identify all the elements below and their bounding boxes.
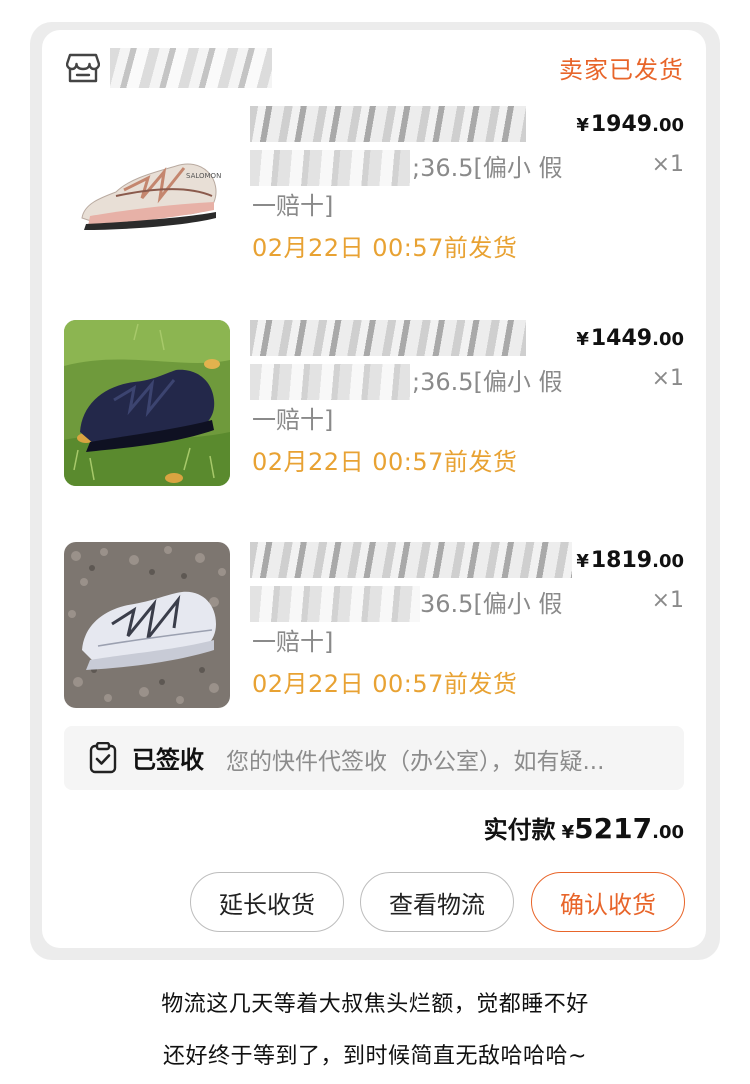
product-sku-text: 36.5[偏小 假	[420, 590, 563, 618]
order-card: 卖家已发货 SALOMON ;36.5[偏小 假 一赔十] 02月22日 00:…	[42, 30, 706, 948]
product-sku-text-cont: 一赔十]	[252, 628, 334, 656]
product-title-redacted[interactable]	[250, 320, 526, 356]
product-sku-text-cont: 一赔十]	[252, 192, 334, 220]
order-status: 卖家已发货	[559, 56, 684, 84]
item-price: ¥1949.00	[576, 112, 684, 137]
ship-deadline: 02月22日 00:57前发货	[252, 234, 518, 262]
confirm-receipt-button[interactable]: 确认收货	[531, 872, 685, 932]
total-label: 实付款	[483, 816, 556, 844]
item-quantity: ×1	[651, 588, 684, 613]
item-price: ¥1819.00	[576, 548, 684, 573]
ship-deadline: 02月22日 00:57前发货	[252, 448, 518, 476]
item-quantity: ×1	[651, 152, 684, 177]
delivery-status-bar[interactable]: 已签收 您的快件代签收（办公室），如有疑...	[64, 726, 684, 790]
delivery-status-detail: 您的快件代签收（办公室），如有疑...	[226, 749, 605, 775]
caption-line-1: 物流这几天等着大叔焦头烂额，觉都睡不好	[161, 992, 589, 1017]
svg-text:SALOMON: SALOMON	[186, 172, 221, 180]
product-image[interactable]	[64, 320, 230, 486]
total-amount: 5217	[574, 812, 653, 845]
extend-receipt-button[interactable]: 延长收货	[190, 872, 344, 932]
item-quantity: ×1	[651, 366, 684, 391]
product-image[interactable]	[64, 542, 230, 708]
caption-line-2: 还好终于等到了，到时候简直无敌哈哈哈~	[163, 1044, 587, 1069]
product-sku-text-cont: 一赔十]	[252, 406, 334, 434]
order-item[interactable]: 36.5[偏小 假 一赔十] 02月22日 00:57前发货 ¥1819.00 …	[64, 542, 684, 742]
order-item[interactable]: ;36.5[偏小 假 一赔十] 02月22日 00:57前发货 ¥1449.00…	[64, 320, 684, 520]
product-image[interactable]: SALOMON	[64, 106, 230, 272]
shop-name-redacted[interactable]	[110, 48, 272, 88]
product-sku-redacted	[250, 150, 410, 186]
delivery-status-label: 已签收	[132, 746, 204, 774]
order-item[interactable]: SALOMON ;36.5[偏小 假 一赔十] 02月22日 00:57前发货 …	[64, 106, 684, 306]
item-price: ¥1449.00	[576, 326, 684, 351]
product-sku-text: ;36.5[偏小 假	[412, 368, 563, 396]
order-total: 实付款 ¥5217.00	[483, 812, 684, 845]
product-sku-redacted	[250, 586, 420, 622]
view-logistics-button[interactable]: 查看物流	[360, 872, 514, 932]
product-title-redacted[interactable]	[250, 106, 526, 142]
product-title-redacted[interactable]	[250, 542, 572, 578]
clipboard-check-icon	[89, 742, 117, 774]
product-sku-text: ;36.5[偏小 假	[412, 154, 563, 182]
ship-deadline: 02月22日 00:57前发货	[252, 670, 518, 698]
shop-icon	[66, 53, 100, 83]
shop-header[interactable]: 卖家已发货	[66, 48, 684, 92]
product-sku-redacted	[250, 364, 410, 400]
